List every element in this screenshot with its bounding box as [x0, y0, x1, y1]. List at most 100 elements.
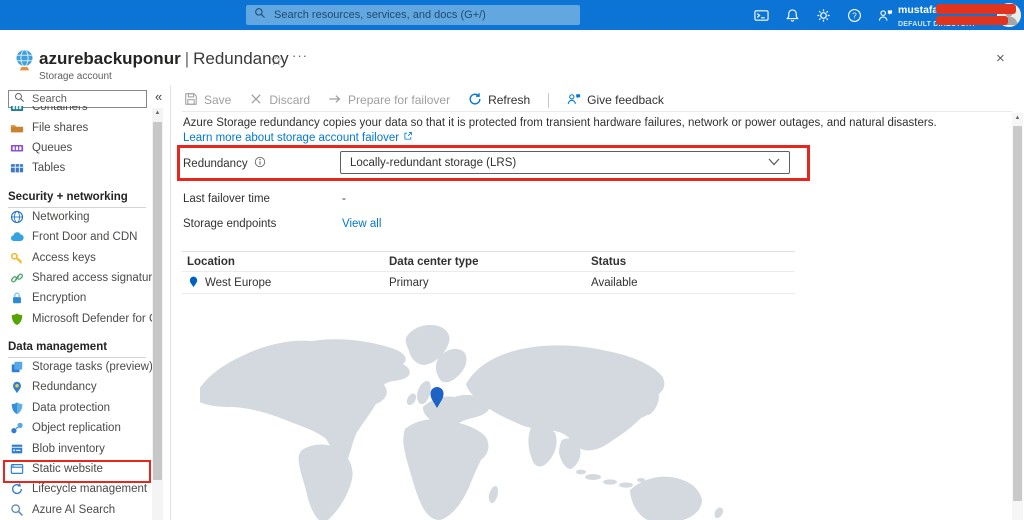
cloud-shell-icon[interactable]: [752, 6, 770, 24]
save-button[interactable]: Save: [184, 92, 231, 109]
external-link-icon: [403, 131, 413, 144]
cell-status: Available: [591, 277, 795, 289]
command-bar: Save Discard Prepare for failover Refresh Gi…: [184, 89, 664, 111]
prepare-for-failover-button[interactable]: Prepare for failover: [328, 92, 450, 109]
save-icon: [184, 92, 198, 109]
sidebar-item-label: Tables: [32, 162, 65, 174]
learn-more-link[interactable]: Learn more about storage account failove…: [183, 131, 413, 144]
object-replication-icon: [10, 421, 24, 435]
tables-icon: [10, 161, 24, 175]
close-blade-icon[interactable]: ×: [996, 50, 1005, 67]
sidebar-scrollbar[interactable]: ▲: [152, 108, 163, 520]
sidebar-menu: Containers File shares Queues Tables Securit…: [0, 106, 152, 520]
sidebar-item-lifecycle-management[interactable]: Lifecycle management: [0, 479, 152, 499]
sidebar-item-queues[interactable]: Queues: [0, 138, 152, 158]
sidebar-item-networking[interactable]: Networking: [0, 207, 152, 227]
svg-text:?: ?: [852, 11, 857, 20]
collapse-sidebar-icon[interactable]: «: [155, 89, 162, 104]
view-all-link[interactable]: View all: [342, 218, 381, 230]
help-icon[interactable]: ?: [845, 6, 863, 24]
front-door-icon: [10, 230, 24, 244]
sidebar-item-file-shares[interactable]: File shares: [0, 117, 152, 137]
page-title: azurebackuponur|Redundancy: [39, 49, 289, 69]
global-search-input[interactable]: [272, 8, 572, 22]
scroll-up-icon[interactable]: ▲: [1012, 115, 1023, 121]
resource-type-label: Storage account: [39, 71, 112, 82]
search-icon: [254, 6, 266, 24]
discard-icon: [249, 92, 263, 109]
shared-access-signature-icon: [10, 271, 24, 285]
main-scrollbar[interactable]: ▲: [1012, 113, 1023, 520]
more-options-icon[interactable]: ···: [292, 48, 308, 63]
sidebar-item-redundancy[interactable]: Redundancy: [0, 377, 152, 397]
sidebar-item-blob-inventory[interactable]: Blob inventory: [0, 438, 152, 458]
sidebar-item-front-door-and-cdn[interactable]: Front Door and CDN: [0, 227, 152, 247]
sidebar-item-containers[interactable]: Containers: [0, 106, 152, 117]
sidebar-item-label: Encryption: [32, 292, 86, 304]
sidebar-item-label: Containers: [32, 106, 88, 113]
table-header-status: Status: [591, 256, 795, 268]
scroll-up-icon[interactable]: ▲: [152, 110, 163, 116]
storage-tasks-icon: [10, 360, 24, 374]
storage-account-icon: [13, 49, 36, 78]
table-header-data-center-type: Data center type: [389, 256, 591, 268]
sidebar-item-static-website[interactable]: Static website: [0, 459, 152, 479]
settings-gear-icon[interactable]: [814, 6, 832, 24]
sidebar-item-label: Access keys: [32, 252, 96, 264]
discard-button[interactable]: Discard: [249, 92, 310, 109]
static-website-icon: [10, 462, 24, 476]
refresh-button[interactable]: Refresh: [468, 92, 530, 109]
azure-portal-window: ? mustafakara DEFAULT DIRECTORY azurebac…: [0, 0, 1024, 520]
top-bar: ? mustafakara DEFAULT DIRECTORY: [0, 0, 1024, 30]
favorite-star-icon[interactable]: ☆: [270, 52, 283, 69]
redundancy-description: Azure Storage redundancy copies your dat…: [183, 117, 943, 129]
redundancy-blade: Save Discard Prepare for failover Refresh Gi…: [172, 85, 1024, 520]
cell-data-center-type: Primary: [389, 277, 591, 289]
notifications-bell-icon[interactable]: [783, 6, 801, 24]
refresh-icon: [468, 92, 482, 109]
redundancy-icon: [10, 380, 24, 394]
redundancy-dropdown[interactable]: Locally-redundant storage (LRS): [340, 151, 790, 174]
sidebar-section-header: Security + networking: [0, 179, 152, 207]
toolbar-divider: [548, 93, 549, 108]
sidebar-item-tables[interactable]: Tables: [0, 158, 152, 178]
redaction-box-username: [936, 4, 1016, 14]
sidebar-item-encryption[interactable]: Encryption: [0, 288, 152, 308]
networking-icon: [10, 210, 24, 224]
toolbar-button-label: Refresh: [488, 93, 530, 107]
sidebar-item-label: File shares: [32, 122, 88, 134]
info-icon[interactable]: [254, 156, 266, 171]
blob-inventory-icon: [10, 442, 24, 456]
sidebar-item-azure-ai-search[interactable]: Azure AI Search: [0, 500, 152, 520]
sidebar-item-shared-access-signature[interactable]: Shared access signature: [0, 268, 152, 288]
table-row: West EuropePrimaryAvailable: [182, 272, 795, 294]
scrollbar-thumb[interactable]: [1013, 126, 1022, 501]
chevron-down-icon: [768, 157, 780, 169]
last-failover-value: -: [342, 193, 346, 205]
sidebar-item-object-replication[interactable]: Object replication: [0, 418, 152, 438]
title-separator: |: [181, 49, 193, 68]
feedback-icon[interactable]: [876, 6, 894, 24]
give-feedback-button[interactable]: Give feedback: [567, 92, 664, 109]
resource-menu-sidebar: « Containers File shares Queues Tables Secur…: [0, 85, 171, 520]
table-header-row: LocationData center typeStatus: [182, 251, 795, 272]
sidebar-item-label: Front Door and CDN: [32, 231, 137, 243]
sidebar-item-data-protection[interactable]: Data protection: [0, 398, 152, 418]
locations-table: LocationData center typeStatusWest Europ…: [182, 251, 795, 294]
ai-search-icon: [10, 503, 24, 517]
sidebar-item-label: Lifecycle management: [32, 483, 147, 495]
redaction-box-directory: [936, 16, 1008, 25]
data-protection-icon: [10, 401, 24, 415]
sidebar-item-storage-tasks-preview-[interactable]: Storage tasks (preview): [0, 357, 152, 377]
toolbar-button-label: Discard: [269, 93, 310, 107]
sidebar-item-microsoft-defender-for-cloud[interactable]: Microsoft Defender for Cloud: [0, 309, 152, 329]
sidebar-item-label: Redundancy: [32, 381, 97, 393]
toolbar-button-label: Prepare for failover: [348, 93, 450, 107]
global-search[interactable]: [246, 5, 580, 25]
sidebar-search-input[interactable]: [30, 92, 141, 106]
sidebar-item-label: Storage tasks (preview): [32, 361, 152, 373]
resource-name: azurebackuponur: [39, 49, 181, 68]
sidebar-item-access-keys[interactable]: Access keys: [0, 247, 152, 267]
sidebar-item-label: Microsoft Defender for Cloud: [32, 313, 152, 325]
scrollbar-thumb[interactable]: [153, 122, 162, 480]
